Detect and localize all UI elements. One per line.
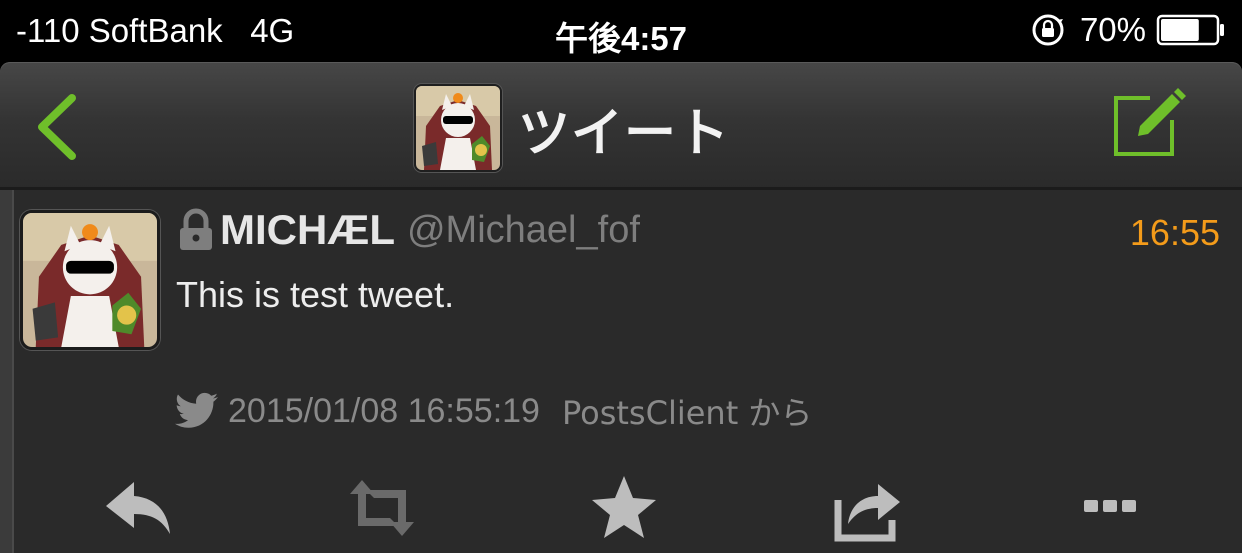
nav-title-group: ツイート bbox=[414, 84, 730, 172]
retweet-button[interactable] bbox=[342, 468, 422, 548]
more-button[interactable] bbox=[1070, 468, 1150, 548]
user-handle[interactable]: @Michael_fof bbox=[407, 209, 640, 252]
battery-percent: 70% bbox=[1079, 11, 1146, 48]
lock-icon bbox=[180, 208, 212, 250]
more-icon bbox=[1084, 500, 1136, 512]
compose-button[interactable] bbox=[1110, 84, 1186, 160]
status-bar: -110 SoftBank 4G 午後4:57 70% bbox=[0, 0, 1242, 62]
twitter-bird-icon bbox=[174, 392, 218, 428]
battery-icon bbox=[1156, 14, 1224, 46]
retweet-icon bbox=[350, 480, 414, 536]
page-title: ツイート bbox=[518, 103, 731, 164]
nav-avatar bbox=[414, 84, 502, 172]
compose-icon bbox=[1114, 88, 1186, 156]
avatar[interactable] bbox=[20, 210, 160, 350]
avatar-image bbox=[416, 86, 500, 170]
tweet-source[interactable]: PostsClient から bbox=[562, 388, 812, 434]
orientation-lock-icon bbox=[1032, 14, 1064, 46]
navigation-bar: ツイート bbox=[0, 62, 1242, 190]
reply-button[interactable] bbox=[100, 468, 180, 548]
share-button[interactable] bbox=[826, 468, 906, 548]
back-button[interactable] bbox=[32, 92, 82, 162]
avatar-image bbox=[23, 213, 157, 347]
tweet-header: MICHÆL @Michael_fof bbox=[176, 206, 640, 254]
action-bar bbox=[0, 468, 1242, 548]
tweet-timestamp: 2015/01/08 16:55:19 bbox=[228, 391, 540, 430]
chevron-left-icon bbox=[38, 94, 76, 160]
reply-icon bbox=[106, 482, 170, 534]
tweet-time: 16:55 bbox=[1129, 212, 1220, 253]
status-right: 70% bbox=[1030, 11, 1226, 49]
tweet-meta: 2015/01/08 16:55:19 PostsClient から bbox=[174, 388, 812, 434]
favorite-icon bbox=[592, 476, 656, 538]
tweet-detail: MICHÆL @Michael_fof 16:55 This is test t… bbox=[0, 190, 1242, 553]
favorite-button[interactable] bbox=[584, 468, 664, 548]
tweet-text: This is test tweet. bbox=[176, 274, 455, 315]
user-name[interactable]: MICHÆL bbox=[220, 206, 395, 254]
share-icon bbox=[834, 484, 900, 542]
